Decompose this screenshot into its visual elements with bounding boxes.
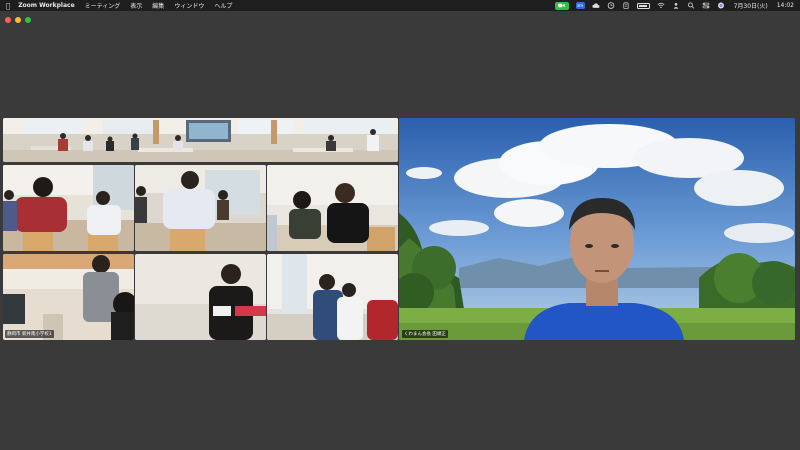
clipboard-icon[interactable] xyxy=(622,2,630,9)
zoom-video-status-icon[interactable] xyxy=(554,1,569,10)
app-menu-zoom-workplace[interactable]: Zoom Workplace xyxy=(18,2,74,9)
cloud-icon[interactable] xyxy=(591,2,600,9)
wifi-icon[interactable] xyxy=(657,2,665,9)
video-tile[interactable] xyxy=(3,165,134,251)
participant-video-feed xyxy=(135,165,266,251)
apple-logo-icon[interactable]:  xyxy=(6,2,10,10)
video-tile[interactable] xyxy=(267,254,398,340)
participant-name-tag: 静岡市 新井南小学校1 xyxy=(5,330,54,338)
window-minimize-button[interactable] xyxy=(15,17,21,23)
speaker-name-tag: くわまん会長 田頭正 xyxy=(402,330,448,338)
video-tile[interactable] xyxy=(135,254,266,340)
video-tile[interactable] xyxy=(267,165,398,251)
menu-meeting[interactable]: ミーティング xyxy=(85,1,121,10)
video-tile[interactable]: 静岡市 新井南小学校1 xyxy=(3,254,134,340)
video-tile[interactable] xyxy=(135,165,266,251)
menu-bar-time[interactable]: 14:02 xyxy=(777,2,794,9)
battery-icon[interactable] xyxy=(636,2,650,9)
siri-icon[interactable] xyxy=(717,2,725,9)
clock-icon[interactable] xyxy=(607,2,615,9)
menu-help[interactable]: ヘルプ xyxy=(214,1,232,10)
participant-video-feed xyxy=(267,165,398,251)
video-tile[interactable] xyxy=(3,118,398,162)
participant-video-feed xyxy=(3,254,134,340)
search-icon[interactable] xyxy=(687,2,695,9)
menu-bar-status-area: zm 7月30日(火) 14:02 xyxy=(554,1,794,10)
classroom-video-feed xyxy=(3,118,398,162)
participant-video-feed xyxy=(267,254,398,340)
zoom-app-icon[interactable]: zm xyxy=(575,2,585,9)
gallery-view: 静岡市 新井南小学校1 xyxy=(3,118,398,340)
window-controls xyxy=(5,17,31,23)
participant-video-feed xyxy=(135,254,266,340)
menu-bar:  Zoom Workplace ミーティング 表示 編集 ウィンドウ ヘルプ … xyxy=(0,0,800,11)
user-switch-icon[interactable] xyxy=(672,2,680,9)
speaker-video-tile[interactable]: くわまん会長 田頭正 xyxy=(399,118,795,340)
menu-window[interactable]: ウィンドウ xyxy=(174,1,204,10)
window-close-button[interactable] xyxy=(5,17,11,23)
control-center-icon[interactable] xyxy=(702,2,710,9)
menu-view[interactable]: 表示 xyxy=(130,1,142,10)
window-maximize-button[interactable] xyxy=(25,17,31,23)
speaker-video-feed xyxy=(399,118,795,340)
menu-bar-date[interactable]: 7月30日(火) xyxy=(734,1,768,10)
participant-video-feed xyxy=(3,165,134,251)
menu-edit[interactable]: 編集 xyxy=(152,1,164,10)
